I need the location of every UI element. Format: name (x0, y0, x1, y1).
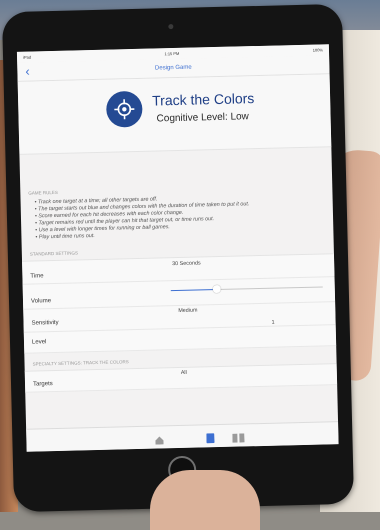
volume-slider-thumb[interactable] (213, 285, 221, 293)
time-value[interactable]: 30 Seconds (172, 260, 201, 267)
status-time: 1:15 PM (164, 51, 179, 56)
level-label: Level (32, 339, 46, 345)
specialty-settings: Targets All (25, 363, 337, 393)
nav-title: Design Game (155, 65, 192, 72)
sensitivity-label: Sensitivity (31, 320, 58, 327)
sensitivity-value[interactable]: Medium (178, 308, 197, 314)
hand-bottom (150, 470, 260, 530)
library-tab-icon[interactable] (232, 429, 244, 439)
home-tab-icon[interactable] (154, 431, 166, 441)
game-title: Track the Colors (152, 90, 255, 108)
volume-slider-track (217, 286, 323, 290)
game-header: Track the Colors Cognitive Level: Low (18, 74, 332, 155)
tablet-frame: iPad 1:15 PM 100% ‹ Design Game Track th… (2, 4, 354, 512)
level-value[interactable]: 1 (272, 320, 275, 326)
time-label: Time (30, 273, 43, 279)
status-carrier: iPad (23, 55, 31, 60)
volume-label: Volume (31, 298, 51, 304)
targets-row[interactable]: Targets All (25, 364, 337, 393)
volume-slider[interactable] (171, 283, 323, 295)
status-battery: 100% (313, 47, 323, 52)
camera-icon (168, 24, 173, 29)
back-chevron-icon[interactable]: ‹ (25, 64, 30, 79)
cognitive-level: Cognitive Level: Low (156, 111, 249, 124)
targets-value[interactable]: All (181, 370, 187, 376)
game-tab-icon[interactable] (206, 430, 218, 440)
targets-label: Targets (33, 381, 53, 387)
target-icon (106, 91, 143, 128)
tab-bar (26, 421, 338, 452)
game-rules-list: Track one target at a time; all other ta… (21, 192, 334, 242)
volume-slider-fill (171, 289, 217, 291)
standard-settings: Time 30 Seconds Volume Sensitivity Mediu… (22, 253, 336, 354)
screen: iPad 1:15 PM 100% ‹ Design Game Track th… (17, 44, 339, 452)
